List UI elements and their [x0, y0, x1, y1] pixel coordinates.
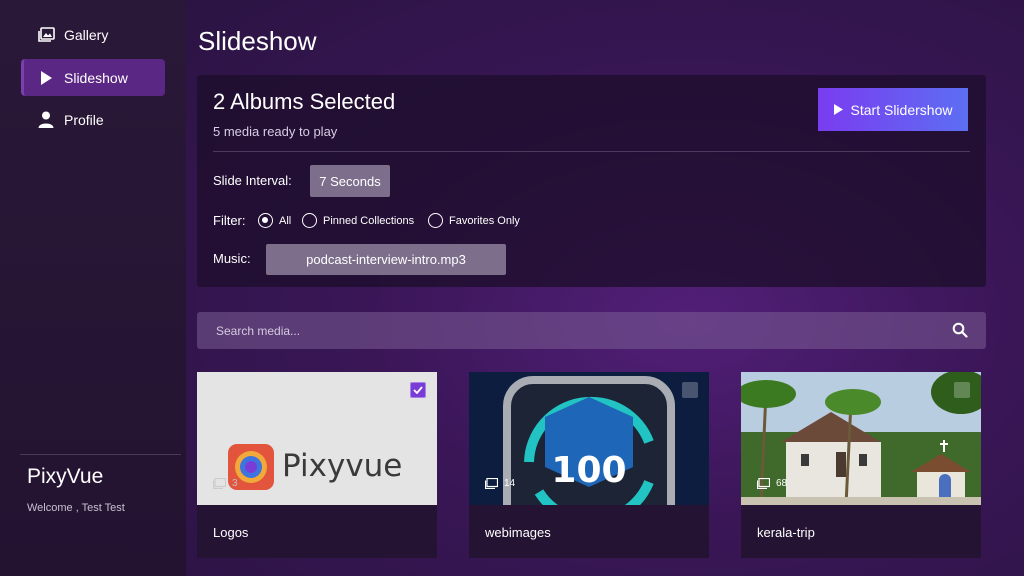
interval-select[interactable]: 7 Seconds — [310, 165, 390, 197]
media-count-text: 5 media ready to play — [213, 124, 338, 139]
brand-divider — [20, 454, 181, 455]
search-icon[interactable] — [952, 322, 968, 338]
album-media-count: 14 — [485, 478, 515, 489]
music-label: Music: — [213, 251, 251, 266]
album-select-checkbox[interactable] — [410, 382, 426, 398]
welcome-text: Welcome , Test Test — [27, 502, 125, 514]
play-icon — [37, 69, 55, 87]
user-icon — [37, 111, 55, 129]
radio-label: All — [279, 214, 292, 227]
sidebar-item-label: Gallery — [64, 26, 109, 43]
sidebar-item-label: Profile — [64, 111, 104, 128]
album-name: kerala-trip — [757, 525, 815, 540]
sidebar-item-slideshow[interactable]: Slideshow — [21, 59, 165, 96]
filter-pinned-radio[interactable]: Pinned Collections — [302, 213, 414, 228]
sidebar-item-gallery[interactable]: Gallery — [21, 16, 165, 53]
filter-label: Filter: — [213, 213, 246, 228]
radio-circle — [302, 213, 317, 228]
count-value: 68 — [776, 478, 788, 489]
search-bar — [197, 312, 986, 349]
album-card-logos[interactable]: Pixyvue 3 Logos — [197, 372, 437, 558]
check-icon — [413, 386, 423, 394]
radio-circle — [258, 213, 273, 228]
count-value: 3 — [232, 478, 238, 489]
album-media-count: 68 — [757, 478, 787, 489]
album-name: Logos — [213, 525, 249, 540]
album-name: webimages — [485, 525, 551, 540]
album-card-webimages[interactable]: 100 14 webimages — [469, 372, 709, 558]
main-content: Slideshow 2 Albums Selected 5 media read… — [186, 0, 1024, 576]
sidebar: Gallery Slideshow Profile PixyVue Welcom… — [0, 0, 186, 576]
count-value: 14 — [504, 478, 516, 489]
album-select-checkbox[interactable] — [954, 382, 970, 398]
sidebar-item-profile[interactable]: Profile — [21, 101, 165, 138]
logo-wordmark: Pixyvue — [282, 448, 402, 484]
start-slideshow-label: Start Slidershow — [850, 101, 953, 118]
interval-label: Slide Interval: — [213, 173, 292, 188]
album-media-count: 3 — [213, 478, 238, 489]
thumbnail-number: 100 — [551, 450, 626, 491]
selection-title: 2 Albums Selected — [213, 89, 396, 114]
filter-all-radio[interactable]: All — [258, 213, 291, 228]
radio-circle — [428, 213, 443, 228]
gallery-icon — [485, 478, 498, 489]
album-card-kerala-trip[interactable]: 68 kerala-trip — [741, 372, 981, 558]
gallery-icon — [37, 26, 55, 44]
music-select[interactable]: podcast-interview-intro.mp3 — [266, 244, 506, 275]
sidebar-item-label: Slideshow — [64, 69, 128, 86]
radio-label: Pinned Collections — [323, 214, 415, 227]
start-slideshow-button[interactable]: Start Slidershow — [818, 88, 968, 131]
filter-favorites-radio[interactable]: Favorites Only — [428, 213, 520, 228]
gallery-icon — [757, 478, 770, 489]
play-icon — [833, 102, 843, 118]
panel-divider — [213, 151, 970, 152]
page-title: Slideshow — [198, 26, 317, 56]
search-input[interactable] — [197, 312, 937, 349]
radio-label: Favorites Only — [449, 214, 520, 227]
brand-name: PixyVue — [27, 465, 104, 488]
slideshow-settings-panel: 2 Albums Selected 5 media ready to play … — [197, 75, 986, 287]
album-select-checkbox[interactable] — [682, 382, 698, 398]
gallery-icon — [213, 478, 226, 489]
